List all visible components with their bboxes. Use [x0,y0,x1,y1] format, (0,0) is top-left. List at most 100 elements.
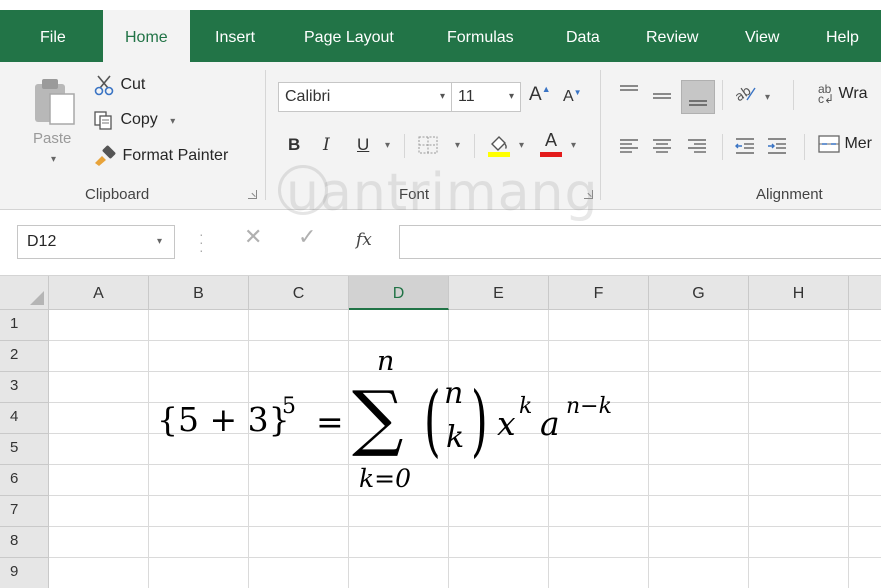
decrease-indent-button[interactable] [734,136,756,161]
fill-color-dropdown-caret[interactable]: ▾ [519,140,524,151]
row-header-9[interactable]: 9 [0,558,49,588]
select-all-button[interactable] [0,276,49,310]
separator [722,134,723,160]
sum-lower-limit: k=0 [359,464,412,493]
row-header-6[interactable]: 6 [0,465,49,496]
row-header-2[interactable]: 2 [0,341,49,372]
tab-data[interactable]: Data [566,10,600,62]
tab-file[interactable]: File [40,10,66,62]
align-center-button[interactable] [651,136,673,161]
wrap-text-label: Wra [838,85,868,103]
align-center-icon [653,139,671,153]
copy-dropdown-caret[interactable]: ▾ [170,116,175,127]
column-header-d[interactable]: D [349,276,449,310]
column-header-b[interactable]: B [149,276,249,310]
column-header-e[interactable]: E [449,276,549,310]
borders-button[interactable] [418,136,438,159]
merge-cells-icon [818,135,840,153]
merge-center-label: Mer [844,135,873,153]
font-color-dropdown-caret[interactable]: ▾ [571,140,576,151]
binomial-left-paren: ( [424,376,441,466]
increase-indent-button[interactable] [766,136,788,161]
align-left-button[interactable] [618,136,640,161]
summation-sign: ∑ [352,375,404,459]
tab-help[interactable]: Help [826,10,859,62]
binomial-right-paren: ) [471,376,488,466]
format-painter-label: Format Painter [122,147,229,165]
bold-button[interactable]: B [288,135,300,155]
wrap-text-button[interactable]: ab c↲ Wra [818,82,868,106]
ribbon: Paste ▾ Cut Copy ▾ Format Painter Clipbo… [0,62,881,210]
separator [474,134,475,158]
row-header-5[interactable]: 5 [0,434,49,465]
fill-color-button[interactable] [486,132,512,163]
tab-page-layout[interactable]: Page Layout [304,10,394,62]
font-dialog-launcher-icon[interactable] [584,190,593,199]
cell-area[interactable] [49,310,881,588]
paste-label: Paste [33,130,72,147]
alignment-group-label: Alignment [756,186,823,203]
middle-align-button[interactable] [651,86,673,111]
tab-home[interactable]: Home [103,10,190,62]
group-divider [600,70,601,200]
increase-arrow-icon: ▲ [541,84,551,94]
ribbon-tab-bar: File Home Insert Page Layout Formulas Da… [0,10,881,62]
separator [804,134,805,160]
name-box[interactable]: D12 ▾ [17,225,175,259]
column-header-f[interactable]: F [549,276,649,310]
insert-function-button[interactable]: fx [356,230,372,250]
font-color-button[interactable]: A [538,130,564,158]
tab-insert[interactable]: Insert [215,10,255,62]
borders-dropdown-caret[interactable]: ▾ [455,140,460,151]
column-header-g[interactable]: G [649,276,749,310]
bottom-align-button[interactable] [681,80,715,114]
column-header-c[interactable]: C [249,276,349,310]
paste-button[interactable] [30,76,82,138]
row-header-4[interactable]: 4 [0,403,49,434]
formula-bar-resize-handle[interactable]: · · · [199,227,204,257]
grow-font-button[interactable]: A▲ [529,84,551,106]
tab-view[interactable]: View [745,10,779,62]
text-orientation-icon: ab [732,84,756,105]
enter-button[interactable]: ✓ [298,224,316,250]
underline-dropdown-caret[interactable]: ▾ [385,140,390,151]
merge-center-button[interactable]: Mer [818,134,872,154]
worksheet-grid: A B C D E F G H 1 2 3 4 5 6 7 8 9 {5 + 3… [0,276,881,588]
clipboard-dialog-launcher-icon[interactable] [248,190,257,199]
separator [722,80,723,110]
paintbrush-icon [95,145,116,166]
copy-button[interactable]: Copy ▾ [92,109,175,131]
row-header-1[interactable]: 1 [0,310,49,341]
align-right-button[interactable] [686,136,708,161]
orientation-button[interactable]: ab [732,82,759,109]
equation-a: a [540,404,560,443]
shrink-font-icon: A [563,88,574,105]
formula-input[interactable] [399,225,881,259]
wrap-text-icon: ab c↲ [818,82,835,106]
row-header-8[interactable]: 8 [0,527,49,558]
font-color-swatch [540,152,562,157]
font-name-combo[interactable]: Calibri ▾ [278,82,452,112]
orientation-dropdown-caret[interactable]: ▾ [765,92,770,103]
paste-dropdown-caret[interactable]: ▾ [51,154,56,165]
chevron-down-icon: ▾ [439,91,445,102]
cut-label: Cut [120,76,146,94]
row-header-7[interactable]: 7 [0,496,49,527]
column-header-a[interactable]: A [49,276,149,310]
italic-button[interactable]: I [323,135,330,155]
font-size-combo[interactable]: 11 ▾ [451,82,521,112]
shrink-font-button[interactable]: A▼ [563,88,582,106]
tab-formulas[interactable]: Formulas [447,10,514,62]
cancel-button[interactable]: ✕ [244,224,262,250]
align-bottom-icon [689,100,707,106]
column-header-h[interactable]: H [749,276,849,310]
underline-button[interactable]: U [357,135,369,155]
cut-button[interactable]: Cut [92,74,145,96]
top-align-button[interactable] [618,82,640,107]
tab-review[interactable]: Review [646,10,698,62]
row-header-3[interactable]: 3 [0,372,49,403]
column-header-i[interactable] [849,276,881,310]
font-group-label: Font [399,186,430,203]
format-painter-button[interactable]: Format Painter [92,145,228,167]
increase-indent-icon [768,138,786,154]
